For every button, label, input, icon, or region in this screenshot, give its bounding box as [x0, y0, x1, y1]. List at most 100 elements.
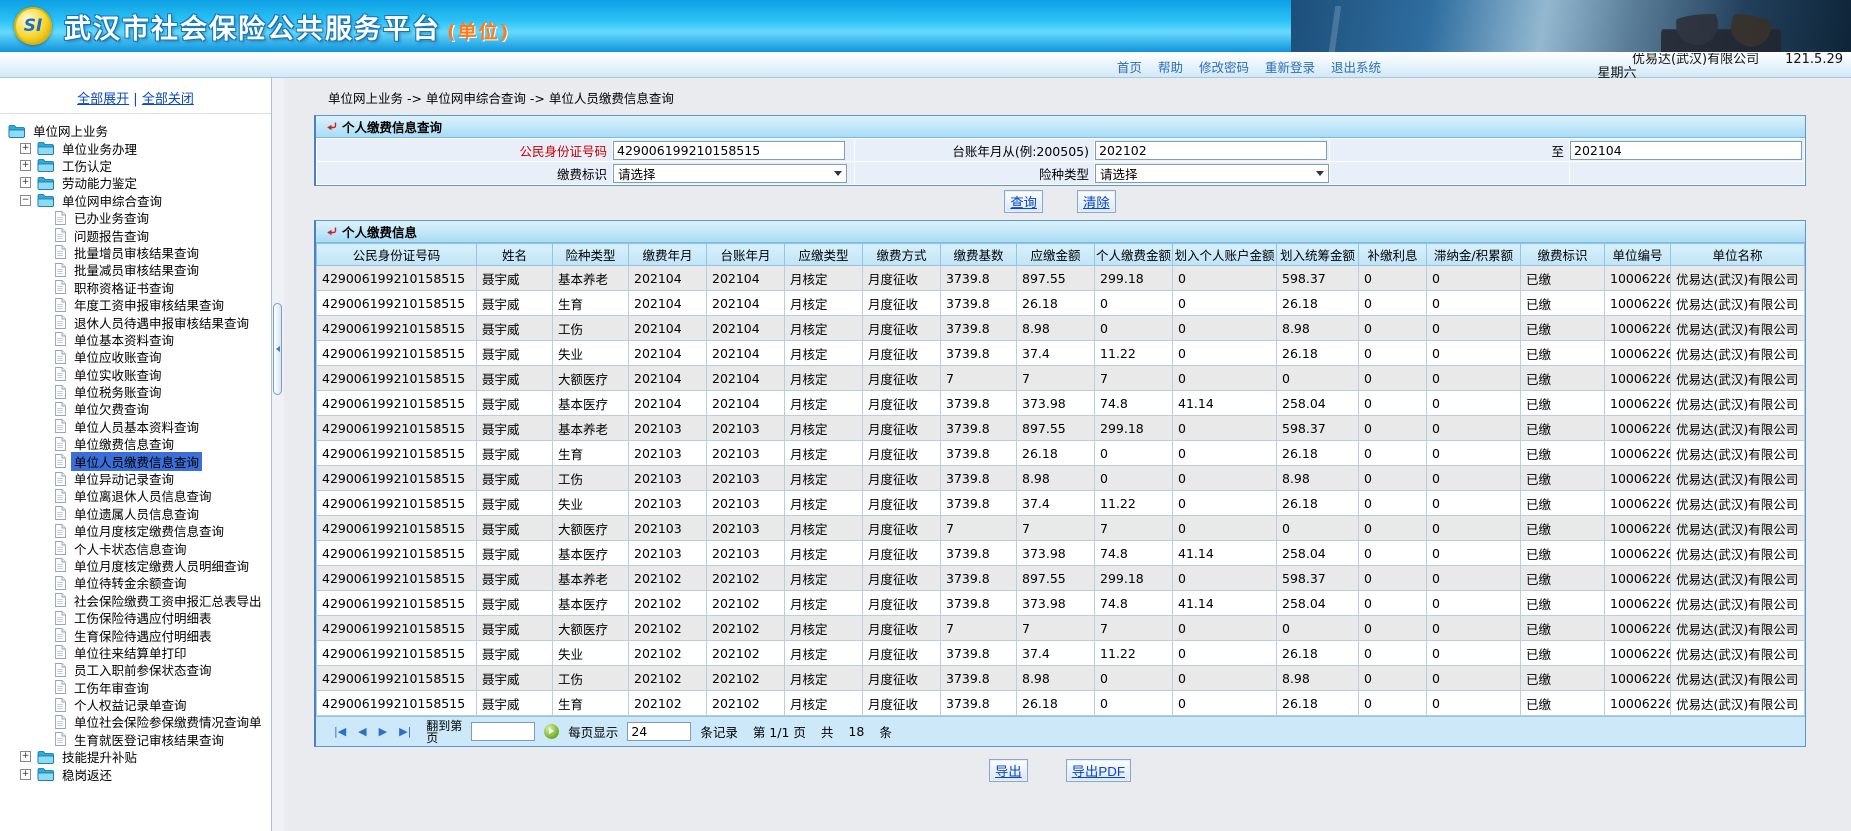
tree-item-label[interactable]: 单位月度核定缴费人员明细查询 — [71, 556, 252, 575]
sidebar-collapse-handle[interactable] — [273, 303, 282, 395]
tree-item[interactable]: 单位离退休人员信息查询 — [0, 487, 271, 504]
tree-item-label[interactable]: 劳动能力鉴定 — [59, 173, 140, 192]
tree-item[interactable]: 单位往来结算单打印 — [0, 644, 271, 661]
expand-icon[interactable]: + — [20, 142, 31, 154]
tree-item-label[interactable]: 问题报告查询 — [71, 226, 152, 245]
tree-item-label[interactable]: 单位社会保险参保缴费情况查询单 — [71, 712, 265, 731]
next-page-button[interactable]: ▶ — [379, 725, 387, 738]
tree-item-label[interactable]: 生育就医登记审核结果查询 — [71, 730, 227, 749]
top-link[interactable]: 首页 — [1117, 57, 1142, 76]
goto-page-input[interactable] — [471, 722, 536, 741]
tree-item[interactable]: + 单位业务办理 — [0, 139, 271, 158]
tree-item-label[interactable]: 单位基本资料查询 — [71, 330, 177, 349]
tree-item-label[interactable]: 个人权益记录单查询 — [71, 695, 190, 714]
tree-item-label[interactable]: 社会保险缴费工资申报汇总表导出 — [71, 591, 265, 610]
tree-item[interactable]: 个人权益记录单查询 — [0, 696, 271, 713]
tree-item-label[interactable]: 技能提升补贴 — [59, 747, 140, 766]
tree-item[interactable]: 年度工资申报审核结果查询 — [0, 296, 271, 313]
table-row[interactable]: 429006199210158515 聂宇威 工伤 202103 202103 月核定 月度… — [316, 465, 1805, 491]
tree-item[interactable]: 个人卡状态信息查询 — [0, 539, 271, 558]
tree-item-label[interactable]: 单位往来结算单打印 — [71, 643, 190, 662]
tree-item-label[interactable]: 单位应收账查询 — [71, 347, 165, 366]
tree-item[interactable]: 单位税务账查询 — [0, 383, 271, 400]
tree-item[interactable]: 单位月度核定缴费人员明细查询 — [0, 557, 271, 574]
prev-page-button[interactable]: ◀ — [358, 725, 366, 738]
tree-item[interactable]: 单位基本资料查询 — [0, 331, 271, 348]
tree-item[interactable]: 工伤保险待遇应付明细表 — [0, 609, 271, 626]
form-input[interactable] — [1570, 140, 1802, 160]
go-refresh-icon[interactable] — [544, 724, 560, 739]
table-row[interactable]: 429006199210158515 聂宇威 失业 202103 202103 月核定 月度… — [316, 490, 1805, 516]
table-row[interactable]: 429006199210158515 聂宇威 大额医疗 202102 202102 月核定… — [316, 615, 1805, 641]
tree-item[interactable]: + 稳岗返还 — [0, 765, 271, 784]
table-row[interactable]: 429006199210158515 聂宇威 生育 202104 202104 月核定 月度… — [316, 290, 1805, 316]
tree-item-label[interactable]: 单位月度核定缴费信息查询 — [71, 521, 227, 540]
top-link[interactable]: 重新登录 — [1265, 57, 1315, 76]
table-row[interactable]: 429006199210158515 聂宇威 大额医疗 202104 202104 月核定… — [316, 365, 1805, 391]
collapse-all-link[interactable]: 全部关闭 — [142, 92, 194, 107]
table-row[interactable]: 429006199210158515 聂宇威 生育 202103 202103 月核定 月度… — [316, 440, 1805, 466]
table-row[interactable]: 429006199210158515 聂宇威 工伤 202102 202102 月核定 月度… — [316, 665, 1805, 691]
table-row[interactable]: 429006199210158515 聂宇威 失业 202102 202102 月核定 月度… — [316, 640, 1805, 666]
expand-icon[interactable]: + — [20, 768, 31, 780]
query-button[interactable]: 查询 — [1004, 189, 1043, 213]
tree-item[interactable]: − 单位网申综合查询 — [0, 192, 271, 209]
tree-item-label[interactable]: 工伤年审查询 — [71, 678, 152, 697]
tree-item-label[interactable]: 单位缴费信息查询 — [71, 434, 177, 453]
tree-item-label[interactable]: 单位遗属人员信息查询 — [71, 504, 202, 523]
tree-item-label[interactable]: 单位网申综合查询 — [59, 191, 165, 210]
form-select[interactable]: 请选择 — [613, 163, 847, 183]
table-row[interactable]: 429006199210158515 聂宇威 基本医疗 202103 202103 月核定… — [316, 540, 1805, 566]
tree-item-label[interactable]: 工伤认定 — [59, 156, 115, 175]
table-row[interactable]: 429006199210158515 聂宇威 大额医疗 202103 202103 月核定… — [316, 515, 1805, 541]
tree-item[interactable]: 单位缴费信息查询 — [0, 435, 271, 452]
tree-item[interactable]: 已办业务查询 — [0, 209, 271, 226]
tree-item[interactable]: 单位人员基本资料查询 — [0, 418, 271, 435]
tree-item-label[interactable]: 单位税务账查询 — [71, 382, 165, 401]
tree-item[interactable]: 职称资格证书查询 — [0, 279, 271, 296]
expand-icon[interactable]: + — [20, 177, 31, 189]
collapse-icon[interactable]: − — [20, 194, 31, 206]
table-row[interactable]: 429006199210158515 聂宇威 基本养老 202104 202104 月核定… — [316, 265, 1805, 291]
tree-item-label[interactable]: 稳岗返还 — [59, 765, 115, 784]
tree-item[interactable]: 单位欠费查询 — [0, 400, 271, 417]
clear-button[interactable]: 清除 — [1077, 189, 1116, 213]
tree-item[interactable]: + 劳动能力鉴定 — [0, 174, 271, 191]
tree-item[interactable]: 单位月度核定缴费信息查询 — [0, 522, 271, 539]
expand-all-link[interactable]: 全部展开 — [77, 92, 129, 107]
top-link[interactable]: 退出系统 — [1331, 57, 1381, 76]
top-link[interactable]: 帮助 — [1158, 57, 1183, 76]
expand-icon[interactable]: + — [20, 751, 31, 763]
tree-item[interactable]: 生育就医登记审核结果查询 — [0, 731, 271, 748]
tree-item[interactable]: 工伤年审查询 — [0, 679, 271, 696]
table-row[interactable]: 429006199210158515 聂宇威 基本医疗 202104 202104 月核定… — [316, 390, 1805, 416]
tree-item[interactable]: 单位实收账查询 — [0, 365, 271, 383]
sidebar-splitter[interactable] — [272, 78, 284, 831]
last-page-button[interactable]: ▶| — [399, 725, 411, 738]
tree-item[interactable]: 社会保险缴费工资申报汇总表导出 — [0, 592, 271, 609]
table-row[interactable]: 429006199210158515 聂宇威 基本养老 202102 202102 月核定… — [316, 565, 1805, 591]
tree-item-label[interactable]: 个人卡状态信息查询 — [71, 539, 190, 558]
top-link[interactable]: 修改密码 — [1199, 57, 1249, 76]
tree-item[interactable]: 生育保险待遇应付明细表 — [0, 626, 271, 644]
tree-item-label[interactable]: 批量增员审核结果查询 — [71, 243, 202, 262]
table-row[interactable]: 429006199210158515 聂宇威 生育 202102 202102 月核定 月度… — [316, 690, 1805, 716]
form-select[interactable]: 请选择 — [1095, 163, 1329, 183]
tree-item-label[interactable]: 单位欠费查询 — [71, 399, 152, 418]
tree-item[interactable]: 单位遗属人员信息查询 — [0, 505, 271, 522]
table-row[interactable]: 429006199210158515 聂宇威 基本养老 202103 202103 月核定… — [316, 415, 1805, 441]
tree-item[interactable]: 批量增员审核结果查询 — [0, 244, 271, 261]
tree-item-label[interactable]: 单位异动记录查询 — [71, 469, 177, 488]
tree-item-label[interactable]: 单位业务办理 — [59, 139, 140, 158]
tree-item-label[interactable]: 单位网上业务 — [30, 121, 111, 140]
form-input[interactable] — [613, 140, 845, 160]
tree-item-label[interactable]: 退休人员待遇申报审核结果查询 — [71, 313, 252, 332]
tree-item-label[interactable]: 批量减员审核结果查询 — [71, 260, 202, 279]
per-page-input[interactable] — [627, 722, 692, 741]
tree-item[interactable]: + 技能提升补贴 — [0, 748, 271, 765]
tree-item[interactable]: 单位待转金余额查询 — [0, 574, 271, 591]
tree-item[interactable]: 批量减员审核结果查询 — [0, 261, 271, 278]
export-button[interactable]: 导出 — [989, 759, 1028, 782]
form-input[interactable] — [1095, 140, 1327, 160]
first-page-button[interactable]: |◀ — [334, 725, 346, 738]
